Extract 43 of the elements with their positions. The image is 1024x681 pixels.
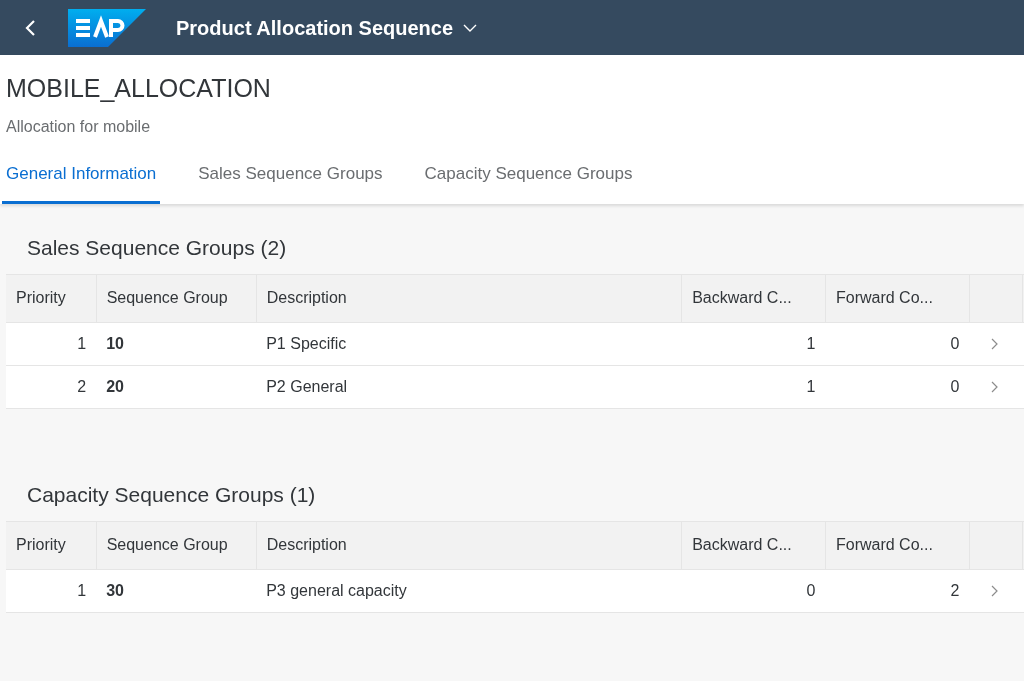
- chevron-down-icon: [463, 23, 478, 32]
- column-header: Description: [266, 536, 347, 553]
- object-title: MOBILE_ALLOCATION: [5, 73, 271, 103]
- column-header: Priority: [16, 536, 66, 553]
- table-cell: 1: [77, 334, 87, 352]
- section-title: Sales Sequence Groups (2): [27, 234, 287, 261]
- column-header: Sequence Group: [106, 289, 228, 306]
- column-header: Forward Co...: [835, 289, 933, 306]
- object-subtitle: Allocation for mobile: [5, 117, 151, 137]
- column-header: Forward Co...: [835, 536, 933, 553]
- table-cell: P1 Specific: [266, 334, 347, 352]
- tab[interactable]: Sales Sequence Groups: [194, 161, 387, 204]
- table-cell: 0: [806, 581, 816, 599]
- chevron-right-icon: [991, 584, 999, 597]
- table-row[interactable]: 1 30 P3 general capacity 0 2: [6, 569, 1024, 612]
- table-row[interactable]: 1 10 P1 Specific 1 0: [6, 322, 1024, 365]
- table-row[interactable]: 2 20 P2 General 1 0: [6, 365, 1024, 408]
- column-header: Description: [266, 289, 347, 306]
- table-cell: 10: [106, 334, 124, 352]
- app-title-menu[interactable]: Product Allocation Sequence: [176, 12, 478, 43]
- column-header: Priority: [16, 289, 66, 306]
- app-title: Product Allocation Sequence: [176, 15, 454, 41]
- chevron-right-icon: [991, 337, 999, 350]
- table-cell: 0: [950, 334, 960, 352]
- table-cell: 1: [77, 581, 87, 599]
- tab[interactable]: General Information: [2, 161, 161, 204]
- column-header: Backward C...: [692, 289, 792, 306]
- table-cell: 20: [106, 377, 124, 395]
- table-cell: 0: [950, 377, 960, 395]
- section-title: Capacity Sequence Groups (1): [27, 481, 316, 508]
- column-header: Sequence Group: [106, 536, 228, 553]
- tab[interactable]: Capacity Sequence Groups: [420, 161, 637, 204]
- chevron-right-icon: [991, 380, 999, 393]
- column-header: Backward C...: [692, 536, 792, 553]
- table-cell: P3 general capacity: [266, 581, 407, 599]
- table-cell: 2: [77, 377, 87, 395]
- table-cell: 30: [106, 581, 124, 599]
- table-cell: 1: [806, 334, 816, 352]
- table-cell: P2 General: [266, 377, 348, 395]
- back-icon[interactable]: [24, 18, 36, 37]
- logo-icon: [68, 8, 146, 47]
- table-cell: 2: [950, 581, 960, 599]
- table-cell: 1: [806, 377, 816, 395]
